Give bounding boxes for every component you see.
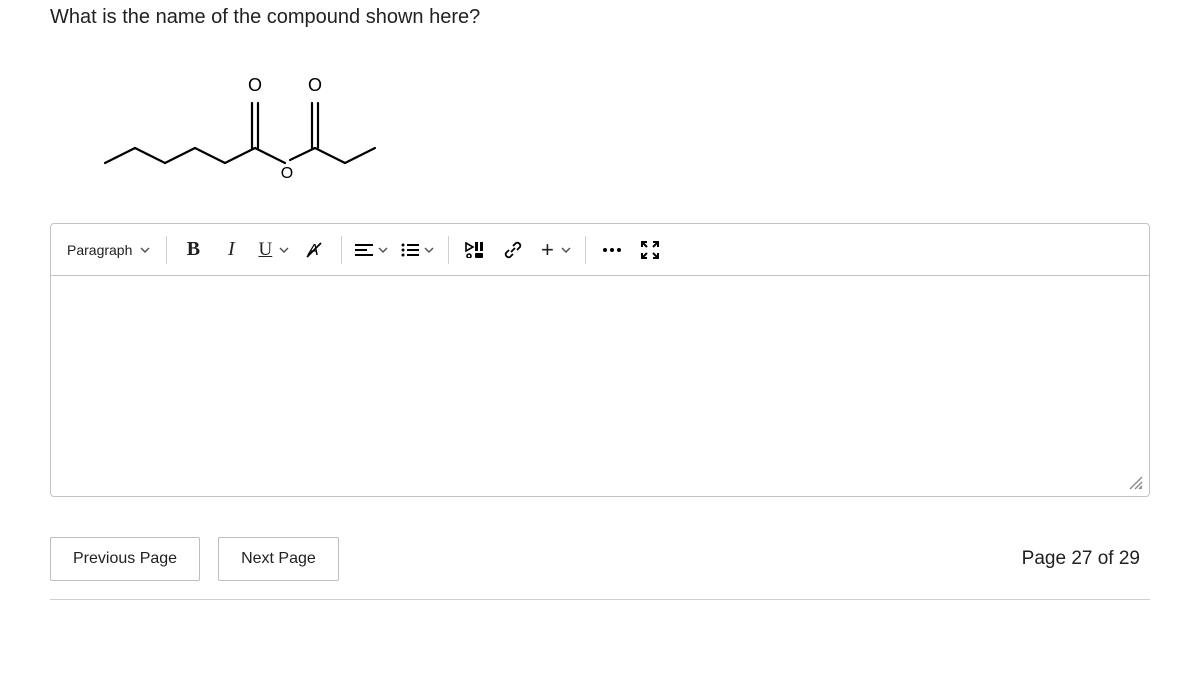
svg-text:O: O [248, 75, 262, 95]
chevron-down-icon[interactable] [378, 245, 388, 255]
chevron-down-icon [140, 245, 150, 255]
insert-button[interactable]: + [533, 232, 561, 268]
fullscreen-button[interactable] [632, 232, 668, 268]
pagination-bar: Previous Page Next Page Page 27 of 29 [50, 537, 1150, 600]
italic-button[interactable]: I [213, 232, 249, 268]
toolbar-divider [341, 236, 342, 264]
underline-button[interactable]: U [251, 232, 279, 268]
bold-button[interactable]: B [175, 232, 211, 268]
toolbar-divider [166, 236, 167, 264]
toolbar-divider [585, 236, 586, 264]
chevron-down-icon[interactable] [424, 245, 434, 255]
list-button[interactable] [396, 232, 424, 268]
clear-format-button[interactable]: A [297, 232, 333, 268]
align-button[interactable] [350, 232, 378, 268]
link-button[interactable] [495, 232, 531, 268]
chevron-down-icon[interactable] [279, 245, 289, 255]
editor-content-area[interactable] [51, 276, 1149, 496]
toolbar-divider [448, 236, 449, 264]
previous-page-button[interactable]: Previous Page [50, 537, 200, 581]
media-button[interactable] [457, 232, 493, 268]
block-format-select[interactable]: Paragraph [59, 236, 158, 264]
svg-text:O: O [281, 165, 293, 182]
compound-structure: O O O [50, 53, 1150, 223]
block-format-label: Paragraph [67, 242, 132, 258]
more-button[interactable] [594, 232, 630, 268]
resize-handle-icon[interactable] [1127, 474, 1145, 492]
page-status: Page 27 of 29 [1022, 548, 1150, 570]
next-page-button[interactable]: Next Page [218, 537, 339, 581]
editor-toolbar: Paragraph B I U A [51, 224, 1149, 276]
rich-text-editor: Paragraph B I U A [50, 223, 1150, 497]
svg-text:O: O [308, 75, 322, 95]
chevron-down-icon[interactable] [561, 245, 571, 255]
question-text: What is the name of the compound shown h… [50, 6, 1150, 29]
